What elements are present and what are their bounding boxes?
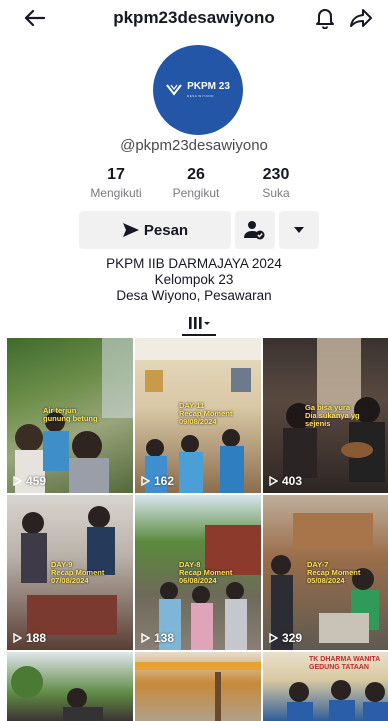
video-thumbnail[interactable] (7, 652, 133, 721)
stat-label: Suka (262, 186, 290, 200)
play-icon (141, 476, 150, 486)
stat-likes[interactable]: 230 Suka (236, 166, 316, 200)
bio-line: Desa Wiyono, Pesawaran (116, 288, 272, 303)
play-icon (141, 633, 150, 643)
video-thumbnail[interactable]: DAY-8 Recap Moment 06/08/2024 138 (135, 495, 261, 650)
message-button-label: Pesan (143, 221, 189, 239)
view-count-value: 138 (154, 631, 175, 645)
stat-following[interactable]: 17 Mengikuti (76, 166, 156, 200)
view-count-value: 459 (26, 474, 47, 488)
stats-row: 17 Mengikuti 26 Pengikut 230 Suka (76, 166, 316, 206)
stat-label: Pengikut (172, 186, 220, 200)
play-icon (269, 476, 278, 486)
profile-bio: PKPM IIB DARMAJAYA 2024 Kelompok 23 Desa… (0, 256, 388, 304)
bell-icon[interactable] (312, 6, 338, 30)
avatar-text: PKPM 23 (187, 81, 230, 92)
view-count-value: 403 (282, 474, 303, 488)
view-count: 138 (141, 631, 174, 645)
message-button[interactable]: Pesan (79, 211, 231, 249)
view-count: 459 (13, 474, 46, 488)
video-caption: DAY-11 Recap Moment 09/08/2024 (179, 401, 233, 426)
avatar[interactable]: PKPM 23 DESA WIYONO (153, 45, 243, 135)
stat-value: 26 (187, 166, 205, 183)
video-thumbnail[interactable]: Ga bisa yura Dia sukanya yg sejenis 403 (263, 338, 388, 493)
view-count-value: 188 (26, 631, 47, 645)
bio-line: Kelompok 23 (154, 272, 234, 287)
play-icon (13, 476, 22, 486)
grid-icon (189, 317, 210, 329)
video-caption: Air terjun gunung betung (43, 406, 98, 423)
thumbnail-image (11, 666, 103, 721)
view-count: 403 (269, 474, 302, 488)
stat-followers[interactable]: 26 Pengikut (156, 166, 236, 200)
view-count: 188 (13, 631, 46, 645)
video-caption: DAY-8 Recap Moment 06/08/2024 (179, 560, 233, 585)
follow-status-button[interactable] (235, 211, 275, 249)
view-count: 162 (141, 474, 174, 488)
user-check-icon (244, 221, 265, 240)
video-caption: DAY-9 Recap Moment 07/08/2024 (51, 560, 105, 585)
caret-down-icon (294, 227, 304, 233)
play-icon (269, 633, 278, 643)
active-tab-indicator (182, 334, 216, 336)
profile-handle: @pkpm23desawiyono (120, 137, 268, 154)
video-thumbnail[interactable]: DAY-7 Recap Moment 05/08/2024 329 (263, 495, 388, 650)
top-bar: pkpm23desawiyono (0, 0, 388, 36)
video-thumbnail[interactable]: TK DHARMA WANITA GEDUNG TATAAN (263, 652, 388, 721)
more-options-button[interactable] (279, 211, 319, 249)
stat-label: Mengikuti (90, 186, 142, 200)
view-count-value: 162 (154, 474, 175, 488)
stat-value: 17 (107, 166, 125, 183)
play-icon (13, 633, 22, 643)
avatar-subtext: DESA WIYONO (187, 94, 214, 98)
view-count: 329 (269, 631, 302, 645)
video-caption: Ga bisa yura Dia sukanya yg sejenis (305, 403, 360, 428)
video-caption: TK DHARMA WANITA GEDUNG TATAAN (309, 656, 381, 671)
video-thumbnail[interactable]: Air terjun gunung betung 459 (7, 338, 133, 493)
video-caption: DAY-7 Recap Moment 05/08/2024 (307, 560, 361, 585)
stat-value: 230 (262, 166, 290, 183)
video-thumbnail[interactable]: DAY-9 Recap Moment 07/08/2024 188 (7, 495, 133, 650)
video-thumbnail[interactable] (135, 652, 261, 721)
share-icon[interactable] (348, 6, 374, 30)
bio-line: PKPM IIB DARMAJAYA 2024 (106, 256, 282, 271)
tab-videos[interactable] (182, 313, 216, 333)
video-grid: Air terjun gunung betung 459 DAY-11 Reca… (7, 338, 388, 721)
video-thumbnail[interactable]: DAY-11 Recap Moment 09/08/2024 162 (135, 338, 261, 493)
view-count-value: 329 (282, 631, 303, 645)
send-icon (122, 223, 139, 237)
pkpm-logo: PKPM 23 DESA WIYONO (166, 82, 230, 98)
thumbnail-image (135, 662, 261, 721)
logo-mark-icon (166, 84, 182, 96)
